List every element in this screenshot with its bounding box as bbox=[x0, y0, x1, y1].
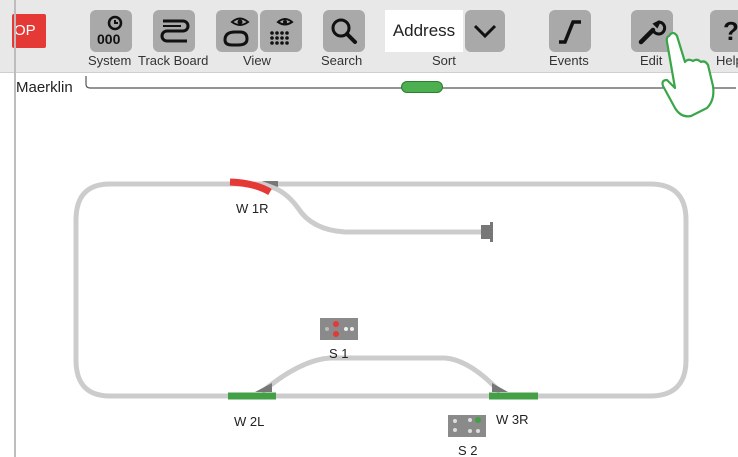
switch-w1r-label: W 1R bbox=[236, 201, 269, 216]
track-siding bbox=[267, 183, 484, 235]
switch-w2l[interactable] bbox=[228, 383, 276, 400]
signal-s1[interactable] bbox=[320, 318, 358, 340]
signal-s2[interactable] bbox=[448, 415, 486, 437]
pointing-hand-icon bbox=[661, 31, 715, 118]
buffer-stop bbox=[481, 225, 490, 239]
track-board-canvas: W 1R W 2L W 3R S 1 S 2 bbox=[73, 178, 689, 457]
track-loop bbox=[73, 181, 689, 399]
track-passing-loop bbox=[260, 355, 502, 394]
switch-w2l-label: W 2L bbox=[234, 414, 264, 429]
switch-w3r-label: W 3R bbox=[496, 412, 529, 427]
signal-s1-label: S 1 bbox=[329, 346, 349, 361]
signal-s2-label: S 2 bbox=[458, 443, 478, 457]
